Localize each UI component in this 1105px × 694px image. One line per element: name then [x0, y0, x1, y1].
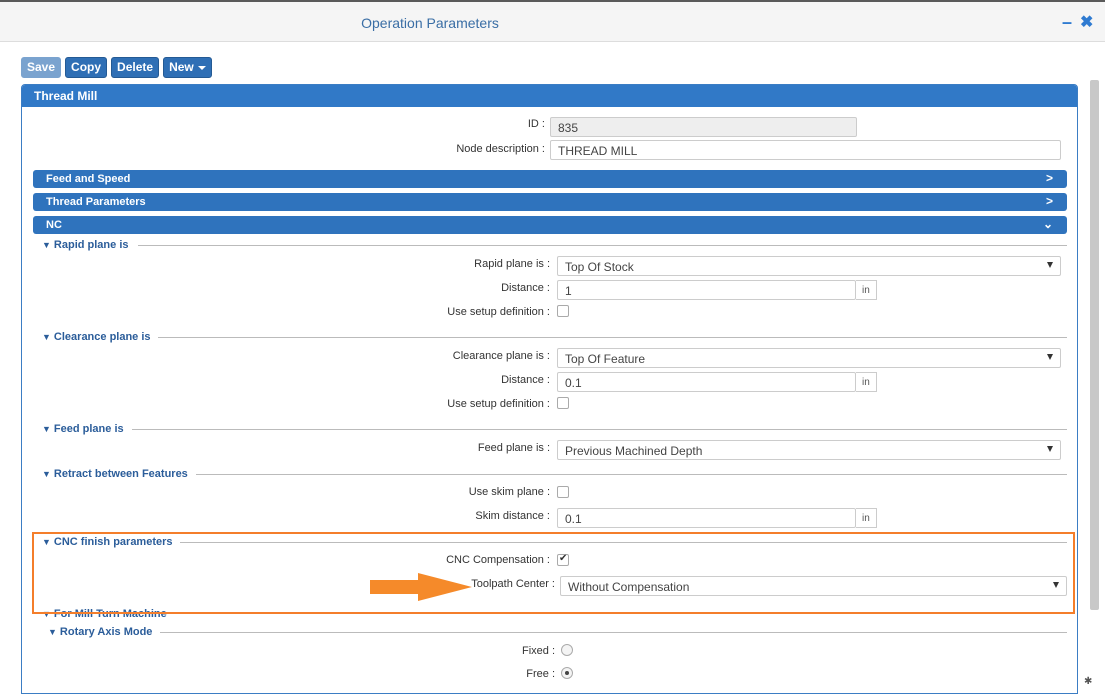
- scrollbar[interactable]: [1090, 80, 1099, 610]
- skim-plane-checkbox[interactable]: [557, 486, 569, 498]
- dropdown-arrow-icon: [1047, 446, 1053, 452]
- clearance-distance-unit: in: [856, 372, 877, 392]
- arrow-icon: [370, 573, 472, 601]
- chevron-down-icon: ▼: [42, 424, 51, 434]
- retract-section-label: Retract between Features: [53, 468, 188, 480]
- toolbar: Save Copy Delete New: [21, 57, 212, 78]
- nc-label: NC: [46, 219, 62, 231]
- chevron-down-icon: ▼: [42, 240, 51, 250]
- panel-title: Thread Mill: [22, 85, 1077, 107]
- fixed-radio[interactable]: [561, 644, 573, 656]
- rapid-distance-label: Distance :: [501, 282, 550, 294]
- dropdown-arrow-icon: [1047, 262, 1053, 268]
- clearance-setup-label: Use setup definition :: [447, 398, 550, 410]
- nc-bar[interactable]: NC ⌄: [33, 216, 1067, 234]
- free-radio[interactable]: [561, 667, 573, 679]
- skim-distance-label: Skim distance :: [475, 510, 550, 522]
- clearance-setup-checkbox[interactable]: [557, 397, 569, 409]
- section-divider: [160, 632, 1067, 633]
- new-button[interactable]: New: [163, 57, 212, 78]
- section-divider: [196, 474, 1067, 475]
- caret-down-icon: [197, 65, 206, 70]
- skim-distance-unit: in: [856, 508, 877, 528]
- rapid-distance-field[interactable]: 1: [557, 280, 856, 300]
- clearance-plane-select[interactable]: Top Of Feature: [557, 348, 1061, 368]
- chevron-down-icon: ⌄: [1042, 217, 1053, 231]
- clearance-plane-value: Top Of Feature: [565, 352, 646, 366]
- skim-plane-label: Use skim plane :: [468, 486, 550, 498]
- rotary-axis-section-label: Rotary Axis Mode: [59, 626, 153, 638]
- feed-and-speed-label: Feed and Speed: [46, 173, 131, 185]
- feed-plane-select[interactable]: Previous Machined Depth: [557, 440, 1061, 460]
- close-icon[interactable]: ✖: [1080, 12, 1093, 32]
- clearance-plane-section-label: Clearance plane is: [53, 331, 151, 343]
- clearance-distance-label: Distance :: [501, 374, 550, 386]
- fixed-label: Fixed :: [521, 645, 555, 657]
- save-button[interactable]: Save: [21, 57, 62, 78]
- free-label: Free :: [526, 668, 555, 680]
- feed-and-speed-bar[interactable]: Feed and Speed >: [33, 170, 1067, 188]
- section-divider: [132, 429, 1067, 430]
- dropdown-arrow-icon: [1047, 354, 1053, 360]
- feed-plane-section[interactable]: ▼ Feed plane is: [42, 423, 124, 435]
- rapid-setup-checkbox[interactable]: [557, 305, 569, 317]
- feed-plane-label: Feed plane is :: [477, 442, 550, 454]
- chevron-right-icon: >: [1045, 171, 1053, 185]
- clearance-plane-label: Clearance plane is :: [452, 350, 550, 362]
- rapid-plane-value: Top Of Stock: [565, 260, 634, 274]
- chevron-down-icon: ▼: [42, 469, 51, 479]
- clearance-plane-section[interactable]: ▼ Clearance plane is: [42, 331, 151, 343]
- rotary-axis-section[interactable]: ▼ Rotary Axis Mode: [48, 626, 152, 638]
- minus-icon[interactable]: –: [1062, 12, 1072, 33]
- section-divider: [138, 245, 1067, 246]
- id-field: 835: [550, 117, 857, 137]
- chevron-down-icon: ▼: [48, 627, 57, 637]
- feed-plane-section-label: Feed plane is: [53, 423, 124, 435]
- node-description-field[interactable]: THREAD MILL: [550, 140, 1061, 160]
- rapid-distance-unit: in: [856, 280, 877, 300]
- copy-button[interactable]: Copy: [65, 57, 108, 78]
- rapid-plane-section-label: Rapid plane is: [53, 239, 129, 251]
- chevron-down-icon: ▼: [42, 332, 51, 342]
- delete-button[interactable]: Delete: [111, 57, 160, 78]
- id-label: ID :: [527, 118, 545, 130]
- feed-plane-value: Previous Machined Depth: [565, 444, 703, 458]
- rapid-setup-label: Use setup definition :: [447, 306, 550, 318]
- skim-distance-field[interactable]: 0.1: [557, 508, 856, 528]
- new-button-label: New: [169, 60, 194, 74]
- node-description-label: Node description :: [456, 143, 545, 155]
- bug-icon: ✱: [1084, 676, 1093, 687]
- window-title: Operation Parameters: [361, 15, 499, 31]
- thread-parameters-bar[interactable]: Thread Parameters >: [33, 193, 1067, 211]
- section-divider: [158, 337, 1067, 338]
- rapid-plane-select[interactable]: Top Of Stock: [557, 256, 1061, 276]
- rapid-plane-section[interactable]: ▼ Rapid plane is: [42, 239, 129, 251]
- retract-section[interactable]: ▼ Retract between Features: [42, 468, 188, 480]
- clearance-distance-field[interactable]: 0.1: [557, 372, 856, 392]
- rapid-plane-label: Rapid plane is :: [474, 258, 550, 270]
- chevron-right-icon: >: [1045, 194, 1053, 208]
- thread-parameters-label: Thread Parameters: [46, 196, 146, 208]
- title-bar: Operation Parameters – ✖: [0, 0, 1105, 42]
- highlight-box: [32, 532, 1075, 614]
